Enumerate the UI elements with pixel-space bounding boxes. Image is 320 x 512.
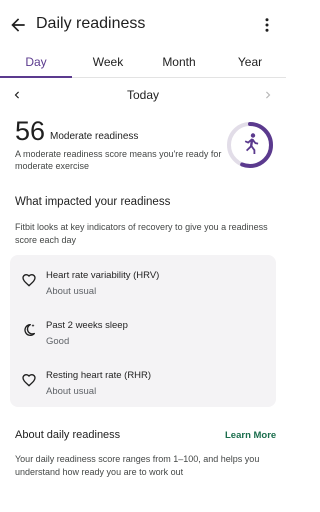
tab-week[interactable]: Week — [72, 55, 144, 69]
learn-more-link[interactable]: Learn More — [225, 430, 276, 441]
readiness-score: 56 — [15, 116, 46, 146]
moon-icon — [24, 324, 35, 336]
row-status: Good — [46, 336, 70, 347]
impact-card: Heart rate variability (HRV) About usual… — [10, 255, 276, 407]
impact-section-description: Fitbit looks at key indicators of recove… — [15, 222, 268, 245]
active-tab-indicator — [0, 76, 72, 78]
tab-year[interactable]: Year — [214, 55, 286, 69]
row-title: Past 2 weeks sleep — [46, 320, 128, 331]
row-title: Heart rate variability (HRV) — [46, 270, 160, 281]
page-title: Daily readiness — [36, 15, 146, 32]
back-arrow-icon[interactable] — [8, 15, 28, 35]
impact-section-title: What impacted your readiness — [15, 196, 171, 208]
list-item-rhr[interactable]: Resting heart rate (RHR) About usual — [10, 359, 276, 403]
heart-icon — [22, 273, 36, 287]
readiness-level-label: Moderate readiness — [50, 131, 139, 142]
tab-day[interactable]: Day — [0, 55, 72, 69]
row-status: About usual — [46, 286, 97, 297]
readiness-description: A moderate readiness score means you're … — [15, 149, 222, 171]
heart-icon — [22, 373, 36, 387]
row-status: About usual — [46, 386, 97, 397]
about-section-title: About daily readiness — [15, 429, 121, 441]
chevron-right-icon[interactable] — [261, 88, 275, 102]
row-title: Resting heart rate (RHR) — [46, 370, 152, 381]
period-tabs: Day Week Month Year — [0, 52, 286, 78]
list-item-sleep[interactable]: Past 2 weeks sleep Good — [10, 309, 276, 353]
running-person-icon — [244, 133, 259, 154]
list-item-hrv[interactable]: Heart rate variability (HRV) About usual — [10, 259, 276, 303]
date-label: Today — [126, 88, 160, 102]
top-app-bar: Daily readiness — [0, 0, 286, 52]
more-options-icon[interactable] — [258, 16, 276, 34]
tab-month[interactable]: Month — [143, 55, 215, 69]
date-navigator: Today — [0, 84, 286, 106]
readiness-gauge — [227, 122, 273, 168]
about-section-description: Your daily readiness score ranges from 1… — [15, 454, 260, 477]
